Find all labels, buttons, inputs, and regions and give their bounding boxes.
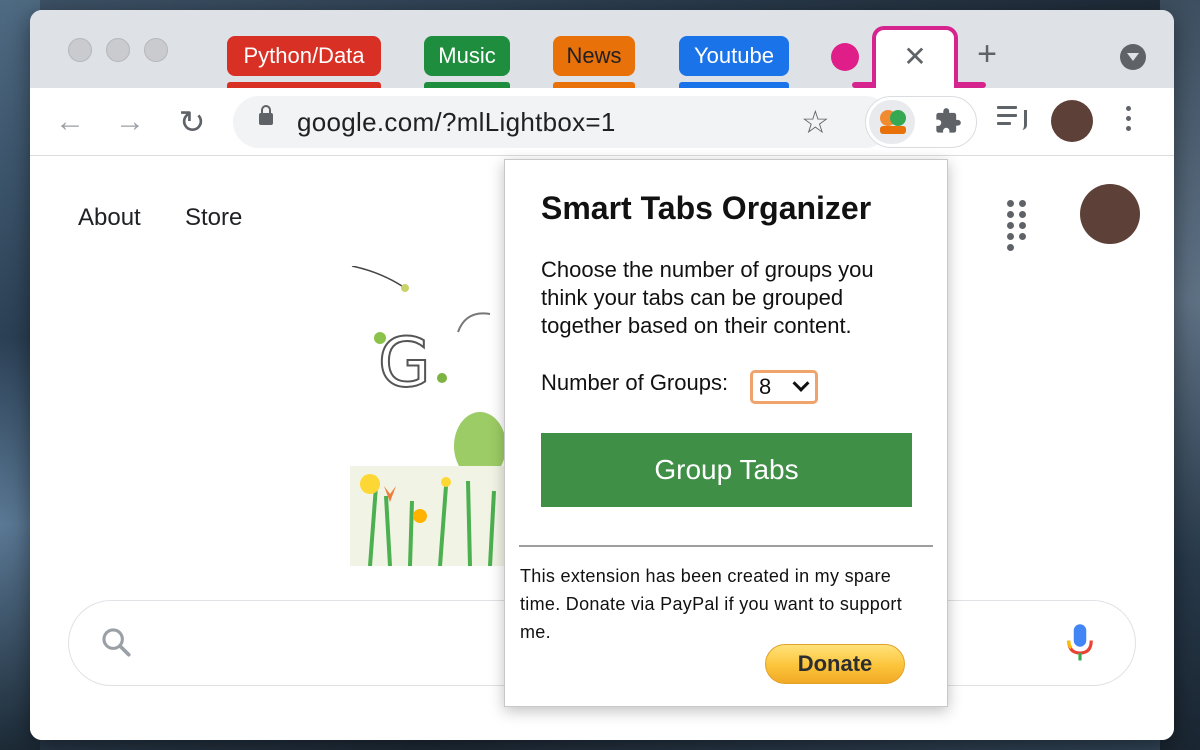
tab-group-music[interactable]: Music	[424, 36, 510, 76]
chevron-down-icon	[792, 374, 810, 392]
tab-group-youtube[interactable]: Youtube	[679, 36, 789, 76]
tab-search-icon[interactable]	[1120, 44, 1146, 70]
group-tabs-button[interactable]: Group Tabs	[541, 433, 912, 507]
microphone-icon[interactable]	[1065, 623, 1095, 663]
new-tab-button[interactable]: +	[970, 37, 1004, 72]
google-doodle[interactable]: G	[350, 266, 510, 566]
minimize-window-button[interactable]	[106, 38, 130, 62]
browser-window: Python/Data Music News Youtube ✕ + ← → ↻…	[30, 10, 1174, 740]
account-avatar[interactable]	[1080, 184, 1140, 244]
profile-avatar[interactable]	[1051, 100, 1093, 142]
close-window-button[interactable]	[68, 38, 92, 62]
lock-icon[interactable]	[259, 105, 273, 125]
back-arrow-icon[interactable]: ←	[50, 102, 90, 142]
browser-menu-icon[interactable]	[1124, 106, 1132, 138]
reload-icon[interactable]: ↻	[172, 102, 212, 142]
popup-description: Choose the number of groups you think yo…	[541, 257, 874, 338]
media-controls-icon[interactable]	[997, 106, 1029, 136]
search-icon	[102, 628, 131, 657]
forward-arrow-icon[interactable]: →	[110, 102, 150, 142]
donation-note: This extension has been created in my sp…	[520, 566, 902, 642]
extensions-area	[865, 96, 977, 148]
smart-tabs-extension-button[interactable]	[869, 100, 915, 144]
browser-toolbar: ← → ↻ google.com/?mlLightbox=1 ☆	[30, 88, 1174, 156]
store-link[interactable]: Store	[185, 204, 242, 232]
active-tab[interactable]: ✕	[872, 26, 958, 90]
puzzle-piece-icon[interactable]	[934, 107, 962, 141]
number-of-groups-select[interactable]: 8	[750, 370, 818, 404]
groups-label: Number of Groups:	[541, 370, 729, 395]
tab-strip: Python/Data Music News Youtube ✕ +	[30, 10, 1174, 90]
extension-logo-icon	[880, 126, 906, 134]
tab-group-collapsed-dot[interactable]	[831, 43, 859, 71]
url-text[interactable]: google.com/?mlLightbox=1	[297, 107, 616, 138]
bookmark-star-icon[interactable]: ☆	[801, 104, 830, 140]
extension-logo-icon	[890, 110, 906, 126]
tab-group-news[interactable]: News	[553, 36, 635, 76]
donate-button[interactable]: Donate	[765, 644, 905, 684]
about-link[interactable]: About	[78, 204, 141, 232]
svg-text:G: G	[378, 324, 431, 403]
popup-title: Smart Tabs Organizer	[541, 190, 872, 226]
apps-grid-icon[interactable]	[1004, 198, 1036, 251]
address-bar[interactable]: google.com/?mlLightbox=1 ☆	[233, 96, 891, 148]
groups-select-value: 8	[759, 374, 772, 399]
maximize-window-button[interactable]	[144, 38, 168, 62]
extension-popup: Smart Tabs Organizer Choose the number o…	[504, 159, 948, 707]
close-tab-icon[interactable]: ✕	[876, 42, 954, 72]
divider	[519, 545, 933, 547]
tab-group-python-data[interactable]: Python/Data	[227, 36, 381, 76]
